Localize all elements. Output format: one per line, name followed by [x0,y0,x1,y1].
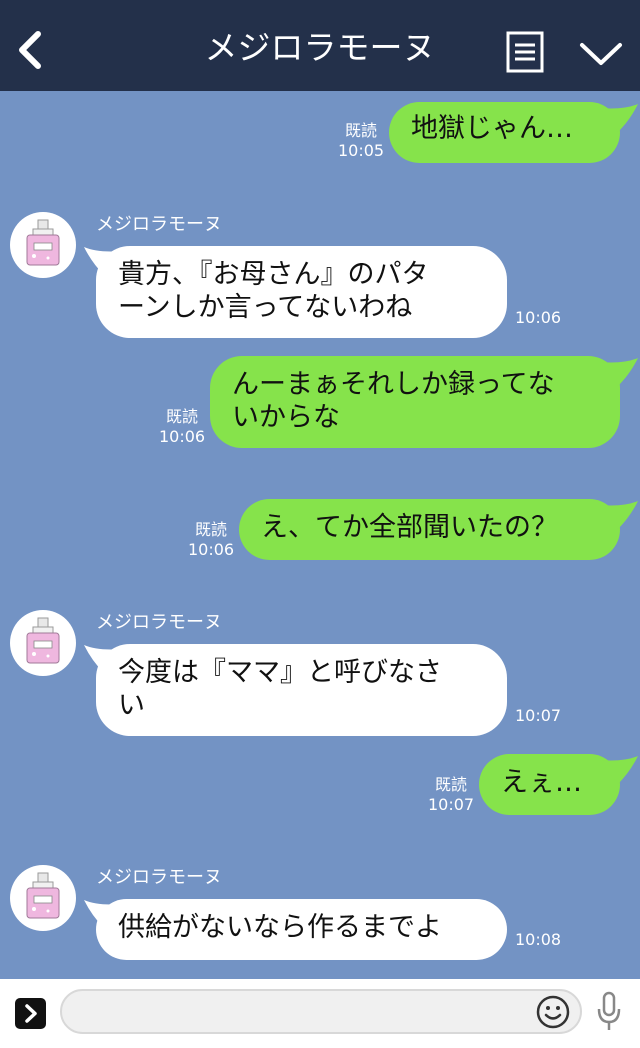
read-status: 既読 10:07 [428,775,475,814]
sender-name: メジロラモーヌ [96,214,222,235]
mic-button[interactable] [595,991,623,1033]
message-input[interactable] [60,989,582,1034]
read-status: 既読 10:06 [188,520,235,559]
their-message-bubble[interactable]: 今度は『ママ』と呼びなさ い [96,644,507,736]
back-chevron-icon [19,31,41,69]
sender-name: メジロラモーヌ [96,867,222,888]
emoji-button[interactable] [536,995,570,1029]
avatar[interactable] [10,212,76,278]
chat-title: メジロラモーヌ [204,28,436,67]
bubble-tail [600,501,638,529]
bubble-tail [600,104,638,132]
chat-header: メジロラモーヌ [0,0,640,91]
my-message-bubble[interactable]: 地獄じゃん… [389,102,620,163]
collapse-button[interactable] [578,36,624,70]
message-time: 10:08 [515,930,562,949]
avatar[interactable] [10,610,76,676]
read-status: 既読 10:05 [338,121,385,160]
microphone-icon [597,991,621,1030]
expand-chevron-icon [25,1004,37,1023]
sender-name: メジロラモーヌ [96,612,222,633]
message-time: 10:06 [515,308,562,327]
my-message-bubble[interactable]: え、てか全部聞いたの？ [239,499,620,560]
their-message-bubble[interactable]: 供給がないなら作るまでよ [96,899,507,960]
menu-button[interactable] [505,30,545,74]
chat-area[interactable]: 既読 10:05 地獄じゃん… メジロラモーヌ 貴方、『お母さん』のパタ ーンし… [0,91,640,979]
input-bar [0,979,640,1048]
avatar[interactable] [10,865,76,931]
their-message-bubble[interactable]: 貴方、『お母さん』のパタ ーンしか言ってないわね [96,246,507,338]
smiley-icon [536,995,570,1029]
perfume-bottle-icon [26,872,60,919]
back-button[interactable] [12,28,48,72]
message-time: 10:07 [515,706,562,725]
bubble-tail [600,358,638,386]
chevron-down-icon [580,43,622,65]
bubble-tail [600,756,638,784]
perfume-bottle-icon [26,617,60,664]
read-status: 既読 10:06 [159,407,206,446]
my-message-bubble[interactable]: えぇ… [479,754,620,815]
expand-button[interactable] [15,998,46,1029]
menu-lines-icon [506,31,544,73]
perfume-bottle-icon [26,219,60,266]
my-message-bubble[interactable]: んーまぁそれしか録ってな いからな [210,356,620,448]
